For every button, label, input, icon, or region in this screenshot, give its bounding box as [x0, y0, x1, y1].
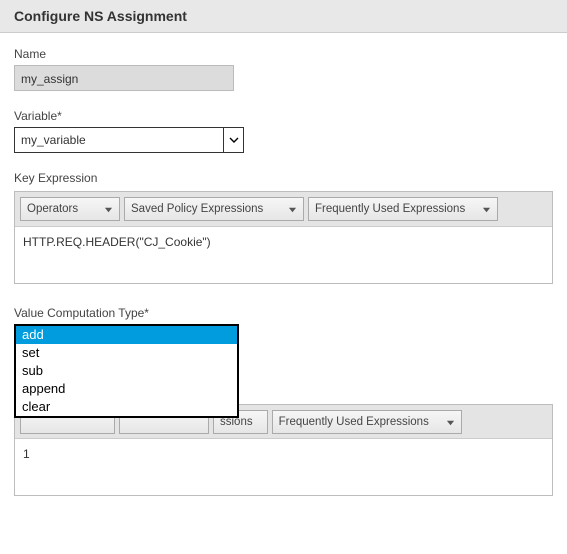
dialog-title: Configure NS Assignment [14, 8, 553, 24]
variable-label: Variable* [14, 109, 553, 123]
frequent-expressions-label-2: Frequently Used Expressions [279, 416, 429, 428]
vct-option-clear[interactable]: clear [16, 398, 237, 416]
key-expression-panel: Operators Saved Policy Expressions Frequ… [14, 191, 553, 284]
operators-dropdown[interactable]: Operators [20, 197, 120, 221]
key-expression-toolbar: Operators Saved Policy Expressions Frequ… [15, 192, 552, 227]
value-computation-type-label: Value Computation Type* [14, 306, 553, 320]
triangle-down-icon [482, 205, 491, 214]
vct-option-add[interactable]: add [16, 326, 237, 344]
frequent-expressions-dropdown[interactable]: Frequently Used Expressions [308, 197, 498, 221]
chevron-down-icon [223, 128, 243, 152]
key-expression-editor[interactable]: HTTP.REQ.HEADER("CJ_Cookie") [15, 227, 552, 283]
operators-label: Operators [27, 203, 78, 215]
dialog-header: Configure NS Assignment [0, 0, 567, 33]
triangle-down-icon [446, 418, 455, 427]
key-expression-label: Key Expression [14, 171, 553, 185]
frequent-expressions-label: Frequently Used Expressions [315, 203, 465, 215]
name-label: Name [14, 47, 553, 61]
value-expression-editor[interactable]: 1 [15, 439, 552, 495]
value-computation-type-select-area: add set sub append clear [14, 324, 553, 354]
value-computation-type-dropdown[interactable]: add set sub append clear [14, 324, 239, 418]
vct-label-wrap: Value Computation Type* [14, 306, 553, 320]
name-field: my_assign [14, 65, 234, 91]
dialog-content: Name my_assign Variable* my_variable Key… [0, 33, 567, 496]
variable-group: Variable* my_variable [14, 109, 553, 153]
saved-expressions-dropdown[interactable]: Saved Policy Expressions [124, 197, 304, 221]
saved-expressions-label: Saved Policy Expressions [131, 203, 263, 215]
variable-value: my_variable [15, 133, 223, 147]
triangle-down-icon [288, 205, 297, 214]
name-group: Name my_assign [14, 47, 553, 91]
key-expr-label-wrap: Key Expression [14, 171, 553, 185]
vct-option-sub[interactable]: sub [16, 362, 237, 380]
vct-option-append[interactable]: append [16, 380, 237, 398]
frequent-expressions-dropdown-2[interactable]: Frequently Used Expressions [272, 410, 462, 434]
triangle-down-icon [104, 205, 113, 214]
vct-option-set[interactable]: set [16, 344, 237, 362]
variable-select[interactable]: my_variable [14, 127, 244, 153]
